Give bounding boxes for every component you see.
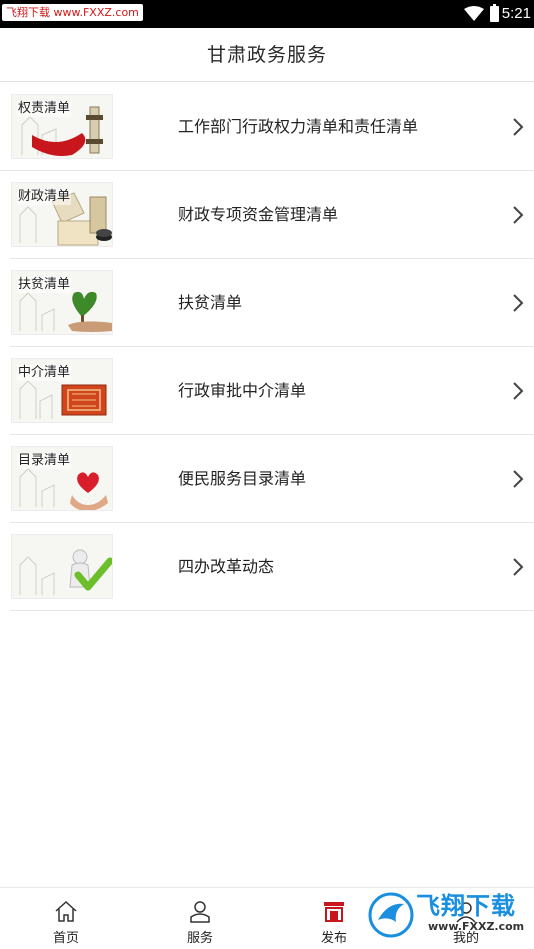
page-title: 甘肃政务服务 [206, 44, 327, 66]
thumb-label: 权责清单 [17, 101, 72, 117]
list-item-service-catalog[interactable]: 目录清单 便民服务目录清单 [10, 435, 534, 523]
list-item-label: 扶贫清单 [178, 293, 243, 312]
list-item-power-responsibility[interactable]: 权责清单 工作部门行政权力清单和责任清单 [0, 83, 534, 171]
gavel-scroll-image: 权责清单 [11, 94, 113, 159]
watermark-url: www.FXXZ.com [428, 920, 525, 933]
tab-label: 发布 [320, 931, 347, 946]
logo-bird-icon [368, 892, 414, 938]
coins-stack-image: 财政清单 [11, 182, 113, 247]
list-item-label: 工作部门行政权力清单和责任清单 [178, 117, 419, 136]
list-item-finance[interactable]: 财政清单 财政专项资金管理清单 [10, 171, 534, 259]
list: 权责清单 工作部门行政权力清单和责任清单 财政清单 财政专项资金管理清单 扶贫清… [0, 83, 534, 611]
checkmark-person-image [11, 534, 113, 599]
tab-label: 服务 [186, 931, 213, 946]
person-icon [190, 901, 210, 923]
list-item-reform-news[interactable]: 四办改革动态 [10, 523, 534, 611]
list-item-poverty-alleviation[interactable]: 扶贫清单 扶贫清单 [10, 259, 534, 347]
seal-stamp-image: 中介清单 [11, 358, 113, 423]
chevron-right-icon [513, 470, 524, 488]
chevron-right-icon [513, 118, 524, 136]
app-header: 甘肃政务服务 [0, 28, 534, 82]
home-icon [55, 900, 77, 922]
thumb-label: 扶贫清单 [17, 277, 72, 293]
list-item-label: 便民服务目录清单 [178, 469, 307, 488]
watermark-badge: 飞翔下载 www.FXXZ.com [2, 4, 143, 21]
thumb-label: 中介清单 [17, 365, 72, 381]
watermark-logo: 飞翔下载 www.FXXZ.com [368, 890, 525, 940]
status-bar: 飞翔下载 www.FXXZ.com 5:21 [0, 0, 534, 28]
list-item-label: 行政审批中介清单 [178, 381, 307, 400]
list-item-label: 四办改革动态 [178, 557, 275, 576]
hand-tree-image: 扶贫清单 [11, 270, 113, 335]
tab-publish[interactable]: 发布 [294, 888, 374, 949]
tab-label: 首页 [52, 931, 79, 946]
list-item-label: 财政专项资金管理清单 [178, 205, 339, 224]
list-item-intermediary[interactable]: 中介清单 行政审批中介清单 [10, 347, 534, 435]
hands-heart-image: 目录清单 [11, 446, 113, 511]
tab-home[interactable]: 首页 [26, 888, 106, 949]
thumb-label: 目录清单 [17, 453, 72, 469]
tab-service[interactable]: 服务 [160, 888, 240, 949]
publish-icon [324, 902, 344, 922]
chevron-right-icon [513, 558, 524, 576]
chevron-right-icon [513, 294, 524, 312]
wifi-icon [464, 6, 484, 21]
chevron-right-icon [513, 382, 524, 400]
thumb-label: 财政清单 [17, 189, 72, 205]
status-time: 5:21 [501, 5, 531, 22]
chevron-right-icon [513, 206, 524, 224]
watermark-text: 飞翔下载 [416, 892, 516, 920]
